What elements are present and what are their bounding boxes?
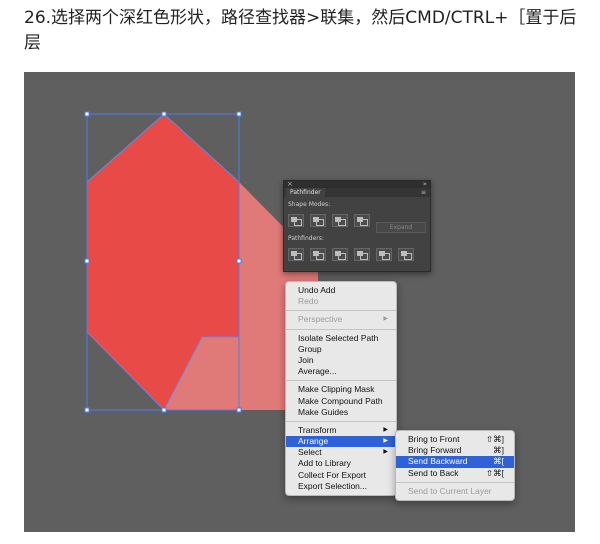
crop-icon[interactable]: [354, 248, 370, 261]
handle-bottom-right[interactable]: [236, 407, 242, 413]
minus-back-icon[interactable]: [398, 248, 414, 261]
menu-item-collect-for-export[interactable]: Collect For Export: [286, 470, 396, 481]
pathfinder-panel: × » Pathfinder ≡ Shape Modes: Expand Pat…: [283, 180, 431, 272]
menu-item-export-selection[interactable]: Export Selection...: [286, 481, 396, 492]
menu-item-redo: Redo: [298, 296, 319, 307]
menu-item-label: Perspective: [298, 314, 343, 325]
menu-item-bring-to-front[interactable]: Bring to Front ⇧⌘]: [396, 434, 514, 445]
handle-bottom-left[interactable]: [84, 407, 90, 413]
shortcut-label: ⌘[: [493, 456, 504, 467]
shape-modes-group: [288, 214, 370, 227]
menu-item-join[interactable]: Join: [286, 355, 396, 366]
menu-item-label: Select: [298, 447, 322, 458]
close-icon[interactable]: ×: [287, 180, 293, 188]
panel-titlebar[interactable]: × »: [284, 180, 430, 188]
merge-icon[interactable]: [332, 248, 348, 261]
arrange-submenu: Bring to Front ⇧⌘] Bring Forward ⌘] Send…: [395, 430, 515, 501]
collapse-icon[interactable]: »: [423, 180, 427, 188]
menu-item-perspective: Perspective ▶: [286, 314, 396, 325]
shortcut-label: ⇧⌘[: [486, 467, 504, 478]
menu-item-send-to-back[interactable]: Send to Back ⇧⌘[: [396, 468, 514, 479]
divide-icon[interactable]: [288, 248, 304, 261]
shortcut-label: ⇧⌘]: [486, 434, 504, 444]
menu-item-make-guides[interactable]: Make Guides: [286, 407, 396, 418]
menu-separator: [286, 310, 396, 312]
handle-middle-right[interactable]: [236, 258, 242, 264]
menu-item-label: Send Backward: [408, 456, 468, 467]
submenu-arrow-icon: ▶: [383, 316, 388, 323]
outline-icon[interactable]: [376, 248, 392, 261]
pathfinders-group: [288, 248, 414, 261]
menu-item-undo-add[interactable]: Undo Add: [286, 285, 396, 296]
handle-top-center[interactable]: [161, 111, 167, 117]
menu-separator: [396, 481, 514, 483]
minus-front-icon[interactable]: [310, 214, 326, 227]
exclude-icon[interactable]: [354, 214, 370, 227]
menu-item-transform[interactable]: Transform ▶: [286, 425, 396, 436]
context-menu: Undo Add Redo Perspective ▶ Isolate Sele…: [285, 281, 397, 496]
menu-item-bring-forward[interactable]: Bring Forward ⌘]: [396, 445, 514, 456]
menu-item-send-backward[interactable]: Send Backward ⌘[: [396, 456, 514, 468]
trim-icon[interactable]: [310, 248, 326, 261]
submenu-arrow-icon: ▶: [383, 438, 388, 445]
panel-menu-icon[interactable]: ≡: [421, 188, 426, 197]
menu-item-average[interactable]: Average...: [286, 366, 396, 377]
menu-item-make-clipping-mask[interactable]: Make Clipping Mask: [286, 384, 396, 395]
menu-item-group[interactable]: Group: [286, 344, 396, 355]
shape-modes-label: Shape Modes:: [288, 201, 331, 208]
shortcut-label: ⌘]: [493, 445, 504, 456]
submenu-arrow-icon: ▶: [383, 449, 388, 456]
unite-icon[interactable]: [288, 214, 304, 227]
handle-top-right[interactable]: [236, 111, 242, 117]
expand-button[interactable]: Expand: [376, 222, 426, 233]
menu-item-label: Transform: [298, 424, 337, 435]
intersect-icon[interactable]: [332, 214, 348, 227]
menu-item-send-to-current-layer: Send to Current Layer: [408, 485, 492, 496]
handle-bottom-center[interactable]: [161, 407, 167, 413]
menu-separator: [286, 420, 396, 422]
artboard-canvas[interactable]: × » Pathfinder ≡ Shape Modes: Expand Pat…: [24, 72, 575, 532]
menu-item-isolate-selected-path[interactable]: Isolate Selected Path: [286, 333, 396, 344]
handle-middle-left[interactable]: [84, 258, 90, 264]
menu-item-arrange[interactable]: Arrange ▶: [286, 436, 396, 448]
instruction-caption: 26.选择两个深红色形状，路径查找器>联集，然后CMD/CTRL+［置于后层: [24, 8, 577, 53]
handle-top-left[interactable]: [84, 111, 90, 117]
menu-item-select[interactable]: Select ▶: [286, 447, 396, 458]
menu-item-label: Send to Back: [408, 467, 459, 478]
pathfinders-label: Pathfinders:: [288, 235, 324, 242]
menu-item-label: Bring Forward: [408, 445, 462, 456]
submenu-arrow-icon: ▶: [383, 426, 388, 433]
menu-separator: [286, 328, 396, 330]
menu-item-label: Arrange: [298, 436, 329, 447]
menu-item-label: Bring to Front: [408, 434, 460, 444]
menu-item-make-compound-path[interactable]: Make Compound Path: [286, 396, 396, 407]
menu-separator: [286, 380, 396, 382]
menu-item-add-to-library[interactable]: Add to Library: [286, 458, 396, 469]
tab-pathfinder[interactable]: Pathfinder: [286, 188, 325, 197]
